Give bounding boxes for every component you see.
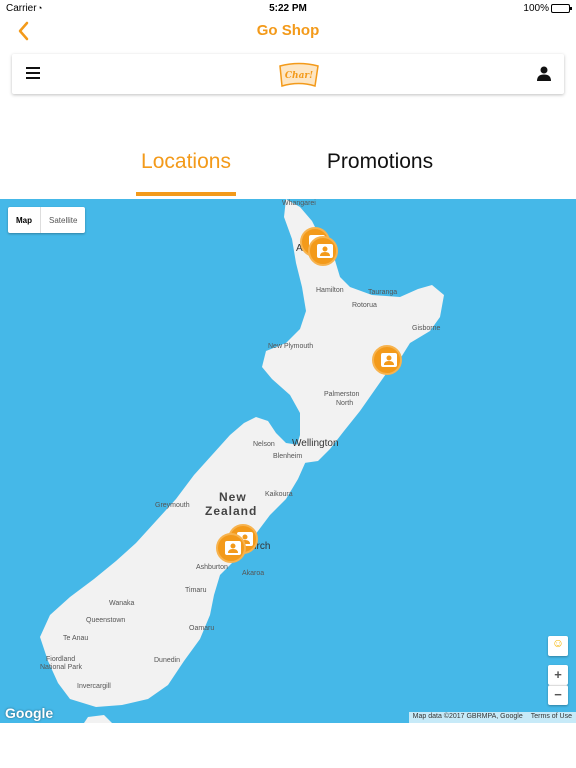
map-label: National Park	[40, 664, 83, 671]
country-label: Zealand	[205, 504, 258, 518]
map-label: Wellington	[292, 438, 339, 449]
map-label: Palmerston	[324, 391, 360, 398]
active-tab-indicator	[136, 192, 236, 196]
battery-icon	[551, 4, 572, 13]
hamburger-icon[interactable]	[26, 67, 40, 79]
map-label: Wanaka	[109, 600, 135, 607]
store-pin-icon	[225, 541, 241, 555]
map-label: Fiordland	[46, 656, 76, 663]
map-label: Tauranga	[368, 289, 398, 296]
tab-locations[interactable]: Locations	[136, 150, 236, 174]
user-icon[interactable]	[537, 66, 551, 81]
map-type-map[interactable]: Map	[8, 207, 41, 233]
map-view[interactable]: Map Satellite Whangarei Au Hamilton Taur…	[0, 199, 576, 723]
navigation-bar: Go Shop	[0, 16, 576, 48]
map-type-toggle: Map Satellite	[8, 207, 86, 233]
new-zealand-landmass	[40, 199, 444, 723]
map-label: Kaikoura	[265, 491, 293, 498]
terms-of-use-link[interactable]: Terms of Use	[531, 713, 572, 722]
attribution-text: Map data ©2017 GBRMPA, Google	[412, 713, 523, 720]
map-label: Ashburton	[196, 564, 228, 571]
tab-promotions[interactable]: Promotions	[310, 150, 450, 174]
tab-bar: Locations Promotions	[0, 140, 576, 198]
zoom-in-button[interactable]: +	[548, 665, 568, 685]
brand-logo: Char!	[279, 62, 319, 87]
map-label: Timaru	[185, 587, 207, 594]
map-label: Whangarei	[282, 200, 316, 207]
map-label: Hamilton	[316, 287, 344, 294]
map-label: Dunedin	[154, 657, 181, 664]
map-label: New Plymouth	[268, 343, 314, 350]
map-label: North	[336, 400, 354, 407]
map-label: Nelson	[253, 441, 275, 448]
street-view-pegman-icon[interactable]: ☺	[548, 636, 568, 656]
map-label: Invercargill	[77, 683, 111, 690]
map-label: Rotorua	[352, 302, 377, 309]
map-label: Akaroa	[242, 570, 265, 577]
location-pin[interactable]	[308, 236, 338, 266]
map-attribution: Map data ©2017 GBRMPA, Google Terms of U…	[408, 712, 576, 723]
store-pin-icon	[317, 244, 333, 258]
page-title: Go Shop	[256, 22, 320, 39]
map-label: Queenstown	[86, 617, 126, 624]
zoom-out-button[interactable]: −	[548, 685, 568, 705]
logo-text: Char!	[285, 71, 313, 81]
map-label: Blenheim	[273, 453, 303, 460]
status-time: 5:22 PM	[269, 3, 307, 14]
map-label: Gisborne	[412, 325, 441, 332]
status-bar: Carrier ◔ 5:22 PM 100%	[0, 0, 576, 16]
map-label: Te Anau	[63, 635, 89, 642]
map-label: Oamaru	[189, 625, 215, 632]
location-pin[interactable]	[216, 533, 246, 563]
store-pin-icon	[381, 353, 397, 367]
location-pin[interactable]	[372, 345, 402, 375]
country-label: New	[219, 490, 247, 504]
map-type-satellite[interactable]: Satellite	[41, 207, 85, 233]
app-header: Char!	[12, 54, 564, 94]
map-label: Greymouth	[155, 502, 190, 509]
battery-percent: 100%	[523, 3, 549, 14]
google-logo: Google	[5, 705, 54, 721]
